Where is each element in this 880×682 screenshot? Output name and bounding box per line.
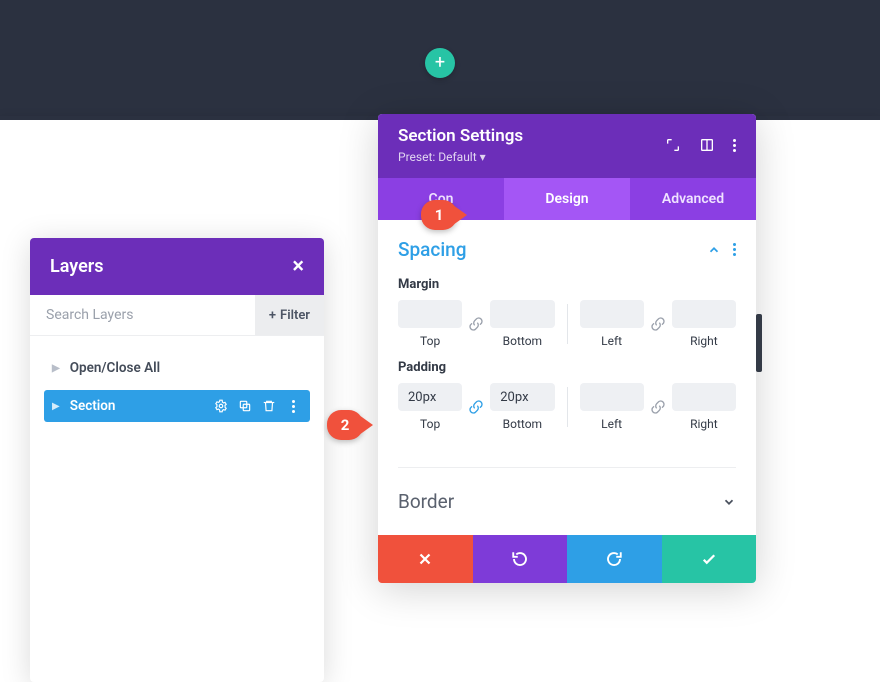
padding-bottom-field: Bottom: [490, 383, 554, 431]
more-icon[interactable]: [286, 399, 300, 413]
section-spacing-header[interactable]: Spacing: [398, 238, 736, 261]
section-title: Spacing: [398, 238, 467, 261]
open-close-label: Open/Close All: [70, 360, 160, 376]
padding-left-field: Left: [580, 383, 644, 431]
filter-button[interactable]: + Filter: [255, 295, 324, 335]
chevron-up-icon[interactable]: [707, 243, 721, 257]
field-label: Right: [690, 334, 718, 348]
padding-bottom-input[interactable]: [490, 383, 554, 411]
more-icon[interactable]: [733, 243, 736, 256]
padding-right-input[interactable]: [672, 383, 736, 411]
open-close-all[interactable]: ▶ Open/Close All: [44, 350, 310, 386]
padding-top-field: Top: [398, 383, 462, 431]
plus-icon: +: [269, 308, 276, 323]
link-icon[interactable]: [650, 399, 666, 415]
chevron-down-icon: [722, 495, 736, 509]
settings-footer: [378, 535, 756, 583]
padding-group: Padding Top Bottom: [398, 360, 736, 431]
margin-right-field: Right: [672, 300, 736, 348]
field-label: Top: [420, 417, 440, 431]
tab-design[interactable]: Design: [504, 178, 630, 220]
margin-bottom-field: Bottom: [490, 300, 554, 348]
margin-left-field: Left: [580, 300, 644, 348]
more-icon[interactable]: [733, 139, 736, 152]
layer-item-section[interactable]: ▶ Section: [44, 390, 310, 422]
trash-icon[interactable]: [262, 399, 276, 413]
padding-top-input[interactable]: [398, 383, 462, 411]
tab-label: Advanced: [662, 191, 724, 207]
close-icon: [416, 550, 434, 568]
padding-right-field: Right: [672, 383, 736, 431]
redo-icon: [605, 550, 623, 568]
field-label: Left: [601, 334, 622, 348]
settings-title: Section Settings: [398, 126, 523, 146]
duplicate-icon[interactable]: [238, 399, 252, 413]
check-icon: [700, 550, 718, 568]
margin-group: Margin Top Bottom: [398, 277, 736, 348]
margin-left-input[interactable]: [580, 300, 644, 328]
gear-icon[interactable]: [214, 399, 228, 413]
close-icon[interactable]: ×: [292, 254, 304, 279]
field-label: Right: [690, 417, 718, 431]
layers-panel: Layers × + Filter ▶ Open/Close All ▶ Sec…: [30, 238, 324, 682]
cancel-button[interactable]: [378, 535, 473, 583]
resize-handle[interactable]: [756, 314, 762, 372]
caret-right-icon: ▶: [52, 363, 60, 374]
layer-item-actions: [214, 399, 300, 413]
field-label: Bottom: [503, 417, 542, 431]
annotation-badge-1: 1: [421, 200, 457, 230]
layers-header: Layers ×: [30, 238, 324, 295]
layout-icon[interactable]: [699, 137, 715, 153]
settings-body: Spacing Margin Top: [378, 220, 756, 535]
redo-button[interactable]: [567, 535, 662, 583]
settings-header: Section Settings Preset: Default ▾: [378, 114, 756, 178]
section-title: Border: [398, 490, 454, 513]
search-input[interactable]: [30, 295, 255, 335]
add-section-button[interactable]: +: [425, 48, 455, 78]
margin-top-field: Top: [398, 300, 462, 348]
link-icon[interactable]: [650, 316, 666, 332]
filter-label: Filter: [280, 308, 310, 323]
expand-icon[interactable]: [665, 137, 681, 153]
link-icon[interactable]: [468, 399, 484, 415]
layers-search-row: + Filter: [30, 295, 324, 336]
save-button[interactable]: [662, 535, 757, 583]
undo-icon: [511, 550, 529, 568]
tab-label: Design: [545, 191, 588, 207]
annotation-badge-2: 2: [327, 410, 363, 440]
field-label: Bottom: [503, 334, 542, 348]
padding-label: Padding: [398, 360, 736, 375]
link-icon[interactable]: [468, 316, 484, 332]
section-border-header[interactable]: Border: [398, 467, 736, 523]
field-label: Top: [420, 334, 440, 348]
undo-button[interactable]: [473, 535, 568, 583]
divider: [567, 387, 568, 427]
layer-item-label: Section: [70, 398, 204, 414]
margin-label: Margin: [398, 277, 736, 292]
margin-right-input[interactable]: [672, 300, 736, 328]
margin-top-input[interactable]: [398, 300, 462, 328]
layers-body: ▶ Open/Close All ▶ Section: [30, 336, 324, 682]
caret-down-icon: ▾: [480, 150, 486, 164]
field-label: Left: [601, 417, 622, 431]
tab-advanced[interactable]: Advanced: [630, 178, 756, 220]
plus-icon: +: [435, 54, 445, 72]
padding-left-input[interactable]: [580, 383, 644, 411]
preset-selector[interactable]: Preset: Default ▾: [398, 150, 523, 164]
divider: [567, 304, 568, 344]
layers-title: Layers: [50, 256, 104, 277]
margin-bottom-input[interactable]: [490, 300, 554, 328]
settings-panel: Section Settings Preset: Default ▾ Con D…: [378, 114, 756, 583]
caret-right-icon: ▶: [52, 401, 60, 412]
